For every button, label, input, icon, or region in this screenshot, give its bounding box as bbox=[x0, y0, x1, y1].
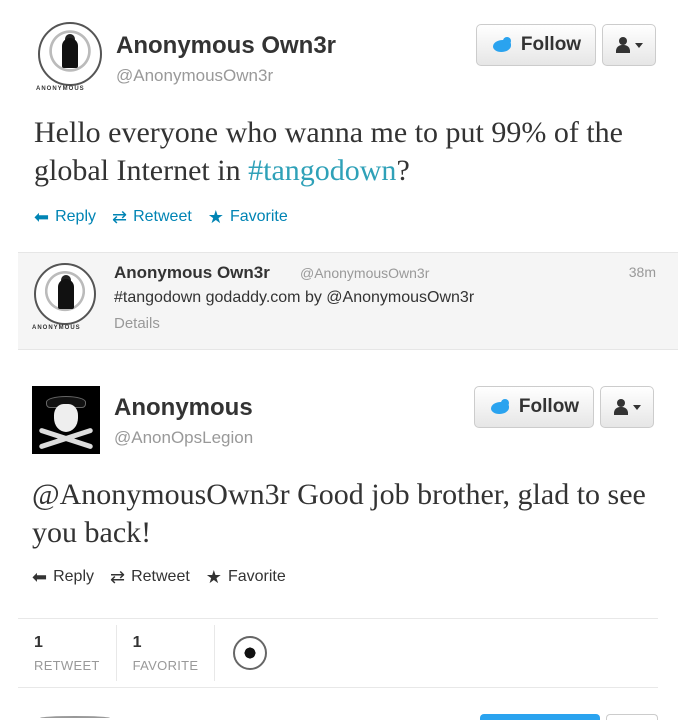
chevron-down-icon bbox=[633, 404, 641, 410]
tweet-text: @AnonymousOwn3r Good job brother, glad t… bbox=[32, 478, 646, 549]
retweet-button[interactable]: ⇄ Retweet bbox=[110, 568, 190, 586]
follow-label: Follow bbox=[520, 34, 582, 55]
details-link[interactable]: Details bbox=[114, 315, 160, 332]
tweet-stats: 1 RETWEET 1 FAVORITE bbox=[18, 618, 658, 688]
retweet-label: Retweet bbox=[133, 208, 192, 225]
star-icon: ★ bbox=[205, 567, 222, 587]
hashtag-link[interactable]: #tangodown bbox=[248, 154, 396, 187]
twitter-bird-icon bbox=[491, 37, 513, 53]
retweet-button[interactable]: ⇄ Retweet bbox=[112, 208, 192, 226]
favoriter-avatar[interactable] bbox=[233, 636, 268, 670]
star-icon: ★ bbox=[207, 207, 224, 227]
tweet-text-end: ? bbox=[396, 154, 410, 187]
quoted-tweet-text: #tangodown godaddy.com by @AnonymousOwn3… bbox=[114, 289, 475, 306]
retweet-label: Retweet bbox=[131, 568, 190, 585]
reply-button[interactable]: ⬅ Reply bbox=[34, 208, 96, 226]
pirate-avatar[interactable] bbox=[32, 386, 100, 454]
favorite-count-number: 1 bbox=[132, 633, 142, 651]
reply-button[interactable]: ⬅ Reply bbox=[32, 568, 94, 586]
favorite-label: Favorite bbox=[227, 568, 286, 585]
screen-name[interactable]: @AnonymousOwn3r bbox=[116, 66, 273, 86]
screen-name[interactable]: @AnonOpsLegion bbox=[114, 428, 253, 448]
next-user-button-peek bbox=[606, 714, 658, 720]
next-follow-button-peek bbox=[480, 714, 600, 720]
retweet-count-label: RETWEET bbox=[34, 657, 100, 673]
user-icon bbox=[615, 37, 631, 53]
next-tweet-avatar-peek bbox=[40, 716, 110, 720]
reply-label: Reply bbox=[53, 568, 94, 585]
avatar-caption: ANONYMOUS bbox=[36, 86, 85, 92]
tweet-text: Hello everyone who wanna me to put 99% o… bbox=[34, 114, 664, 190]
twitter-bird-icon bbox=[489, 399, 511, 415]
user-icon bbox=[613, 399, 629, 415]
user-actions-button[interactable] bbox=[602, 24, 656, 66]
follow-label: Follow bbox=[518, 396, 580, 417]
user-actions-button[interactable] bbox=[600, 386, 654, 428]
tweet-actions: ⬅ Reply ⇄ Retweet ★ Favorite bbox=[32, 568, 286, 586]
retweet-count[interactable]: 1 RETWEET bbox=[18, 625, 117, 681]
retweet-icon: ⇄ bbox=[112, 207, 128, 227]
retweet-icon: ⇄ bbox=[110, 567, 126, 587]
follow-button[interactable]: Follow bbox=[474, 386, 594, 428]
quoted-timestamp[interactable]: 38m bbox=[629, 264, 656, 280]
reply-icon: ⬅ bbox=[32, 567, 48, 587]
quoted-tweet[interactable]: ANONYMOUS Anonymous Own3r @AnonymousOwn3… bbox=[18, 252, 678, 350]
quoted-display-name[interactable]: Anonymous Own3r bbox=[114, 263, 270, 283]
display-name[interactable]: Anonymous bbox=[114, 394, 253, 422]
chevron-down-icon bbox=[635, 42, 643, 48]
tweet-anonopslegion: Anonymous @AnonOpsLegion Follow @Anonymo… bbox=[0, 370, 700, 720]
quoted-screen-name[interactable]: @AnonymousOwn3r bbox=[300, 265, 429, 281]
display-name[interactable]: Anonymous Own3r bbox=[116, 32, 336, 60]
favorite-label: Favorite bbox=[229, 208, 288, 225]
tweet-actions: ⬅ Reply ⇄ Retweet ★ Favorite bbox=[34, 208, 288, 226]
quoted-avatar[interactable] bbox=[34, 263, 96, 325]
avatar[interactable] bbox=[38, 22, 102, 86]
reply-icon: ⬅ bbox=[34, 207, 50, 227]
favorite-count-label: FAVORITE bbox=[132, 657, 199, 673]
favorite-count[interactable]: 1 FAVORITE bbox=[117, 625, 216, 681]
follow-button[interactable]: Follow bbox=[476, 24, 596, 66]
favorite-button[interactable]: ★ Favorite bbox=[208, 208, 288, 226]
retweet-count-number: 1 bbox=[34, 633, 43, 651]
reply-label: Reply bbox=[55, 208, 96, 225]
quoted-avatar-caption: ANONYMOUS bbox=[32, 325, 81, 331]
tweet-anonymousown3r: ANONYMOUS Anonymous Own3r @AnonymousOwn3… bbox=[0, 0, 700, 250]
favorite-button[interactable]: ★ Favorite bbox=[206, 568, 286, 586]
